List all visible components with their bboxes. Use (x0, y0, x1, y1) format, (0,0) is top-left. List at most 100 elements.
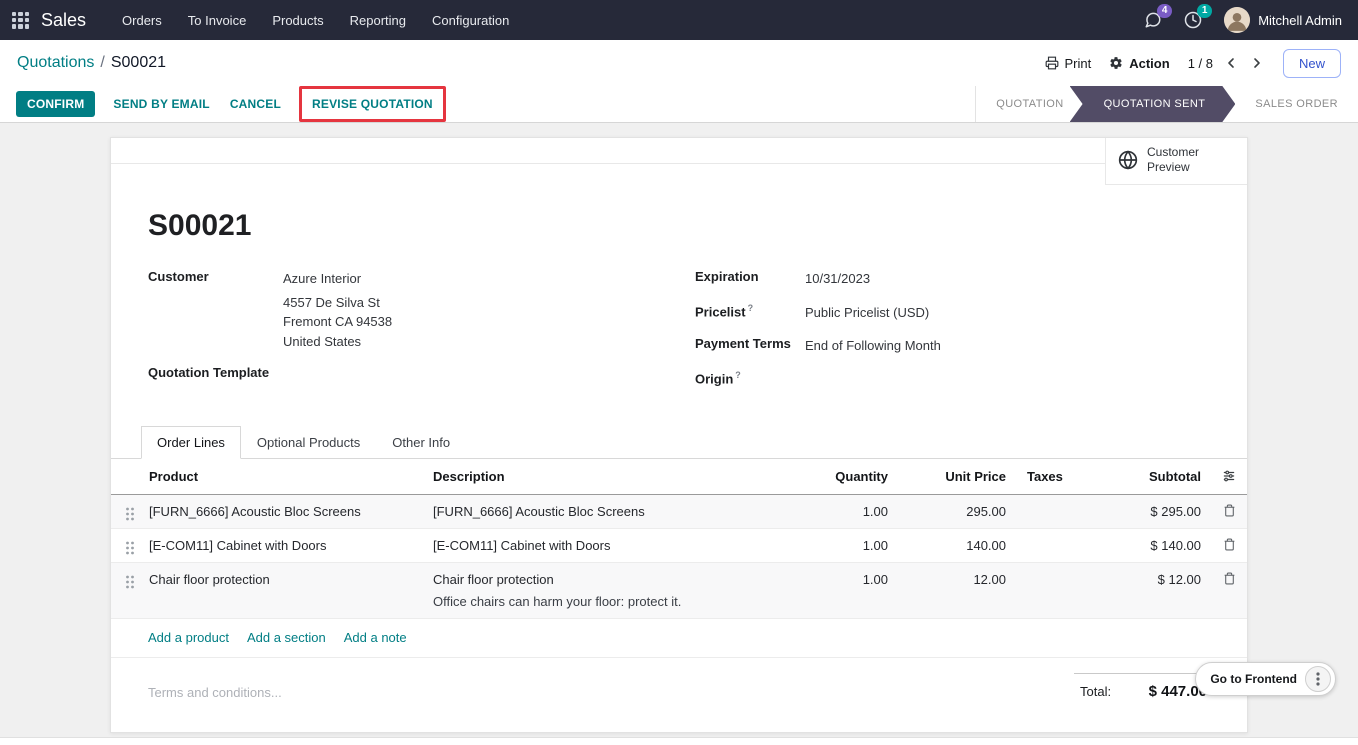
terms-and-conditions-input[interactable]: Terms and conditions... (111, 673, 282, 700)
activities-button[interactable]: 1 (1184, 11, 1202, 29)
drag-handle-icon[interactable] (111, 495, 149, 528)
payment-terms-field[interactable]: End of Following Month (805, 336, 941, 356)
statusbar-buttons: CONFIRM SEND BY EMAIL CANCEL REVISE QUOT… (16, 86, 975, 122)
cell-taxes[interactable] (1014, 563, 1109, 618)
customer-preview-button[interactable]: Customer Preview (1105, 138, 1247, 185)
revise-quotation-button[interactable]: REVISE QUOTATION (310, 91, 435, 117)
cell-subtotal: $ 12.00 (1109, 563, 1209, 618)
go-to-frontend-button[interactable]: Go to Frontend (1210, 672, 1297, 686)
cancel-button[interactable]: CANCEL (228, 91, 283, 117)
cell-unit-price[interactable]: 295.00 (896, 495, 1014, 528)
customer-name[interactable]: Azure Interior (283, 269, 392, 289)
col-unit-price[interactable]: Unit Price (896, 459, 1014, 494)
notebook-tabs: Order Lines Optional Products Other Info (111, 426, 1247, 459)
col-subtotal[interactable]: Subtotal (1109, 459, 1209, 494)
add-note-link[interactable]: Add a note (344, 630, 407, 645)
breadcrumb-quotations[interactable]: Quotations (17, 54, 94, 72)
globe-icon (1118, 150, 1138, 170)
pager-next-icon[interactable] (1249, 55, 1265, 71)
tab-order-lines[interactable]: Order Lines (141, 426, 241, 459)
messages-button[interactable]: 4 (1144, 11, 1162, 29)
table-row[interactable]: [E-COM11] Cabinet with Doors [E-COM11] C… (111, 529, 1247, 563)
cell-description[interactable]: [E-COM11] Cabinet with Doors (433, 529, 776, 562)
action-button[interactable]: Action (1109, 56, 1169, 71)
pricelist-field[interactable]: Public Pricelist (USD) (805, 303, 929, 323)
breadcrumb: Quotations / S00021 (17, 54, 166, 72)
kebab-menu-icon[interactable] (1305, 666, 1331, 692)
go-to-frontend-widget: Go to Frontend (1195, 662, 1336, 696)
control-panel: Quotations / S00021 Print Action 1 / 8 N… (0, 40, 1358, 86)
line-note: Office chairs can harm your floor: prote… (433, 594, 768, 609)
delete-row-icon[interactable] (1209, 529, 1249, 562)
print-button[interactable]: Print (1045, 56, 1092, 71)
avatar (1224, 7, 1250, 33)
customer-address-line1: 4557 De Silva St (283, 293, 392, 313)
table-row[interactable]: [FURN_6666] Acoustic Bloc Screens [FURN_… (111, 495, 1247, 529)
tab-other-info[interactable]: Other Info (376, 426, 466, 459)
apps-menu-icon[interactable] (12, 12, 29, 29)
field-group-left: Customer Azure Interior 4557 De Silva St… (148, 269, 679, 400)
action-label: Action (1129, 56, 1169, 71)
customer-field[interactable]: Azure Interior 4557 De Silva St Fremont … (283, 269, 392, 351)
cell-description[interactable]: [FURN_6666] Acoustic Bloc Screens (433, 495, 776, 528)
confirm-button[interactable]: CONFIRM (16, 91, 95, 117)
user-name: Mitchell Admin (1258, 13, 1342, 28)
cell-quantity[interactable]: 1.00 (776, 529, 896, 562)
field-groups: Customer Azure Interior 4557 De Silva St… (148, 269, 1210, 400)
gear-icon (1109, 56, 1123, 70)
payment-terms-label: Payment Terms (695, 336, 805, 356)
pager-value: 1 / 8 (1188, 56, 1213, 71)
main-menu: Orders To Invoice Products Reporting Con… (110, 7, 521, 34)
col-taxes[interactable]: Taxes (1014, 459, 1109, 494)
sheet-top-divider (111, 138, 1105, 164)
user-menu[interactable]: Mitchell Admin (1224, 7, 1342, 33)
col-product[interactable]: Product (149, 459, 433, 494)
cell-subtotal: $ 140.00 (1109, 529, 1209, 562)
app-name[interactable]: Sales (41, 10, 86, 31)
menu-orders[interactable]: Orders (110, 7, 174, 34)
drag-handle-icon[interactable] (111, 563, 149, 618)
tab-optional-products[interactable]: Optional Products (241, 426, 376, 459)
cell-product[interactable]: [E-COM11] Cabinet with Doors (149, 529, 433, 562)
table-row[interactable]: Chair floor protection Chair floor prote… (111, 563, 1247, 619)
cell-quantity[interactable]: 1.00 (776, 563, 896, 618)
quotation-template-label: Quotation Template (148, 365, 283, 380)
step-quotation[interactable]: QUOTATION (976, 86, 1083, 122)
quotation-sheet: Customer Preview S00021 Customer Azure I… (110, 137, 1248, 733)
cell-description[interactable]: Chair floor protection Office chairs can… (433, 563, 776, 618)
cell-unit-price[interactable]: 12.00 (896, 563, 1014, 618)
col-quantity[interactable]: Quantity (776, 459, 896, 494)
col-description[interactable]: Description (433, 459, 776, 494)
customer-label: Customer (148, 269, 283, 351)
top-navbar: Sales Orders To Invoice Products Reporti… (0, 0, 1358, 40)
customer-preview-label: Customer Preview (1147, 145, 1209, 175)
quotation-title: S00021 (148, 209, 1210, 243)
form-view-content: Customer Preview S00021 Customer Azure I… (0, 123, 1358, 745)
add-section-link[interactable]: Add a section (247, 630, 326, 645)
delete-row-icon[interactable] (1209, 563, 1249, 618)
cell-taxes[interactable] (1014, 495, 1109, 528)
expiration-field[interactable]: 10/31/2023 (805, 269, 870, 289)
pricelist-help-icon: ? (748, 303, 754, 313)
delete-row-icon[interactable] (1209, 495, 1249, 528)
cell-taxes[interactable] (1014, 529, 1109, 562)
menu-to-invoice[interactable]: To Invoice (176, 7, 259, 34)
menu-configuration[interactable]: Configuration (420, 7, 521, 34)
new-button[interactable]: New (1283, 49, 1341, 78)
send-by-email-button[interactable]: SEND BY EMAIL (111, 91, 211, 117)
cell-quantity[interactable]: 1.00 (776, 495, 896, 528)
drag-handle-icon[interactable] (111, 529, 149, 562)
cell-unit-price[interactable]: 140.00 (896, 529, 1014, 562)
menu-products[interactable]: Products (260, 7, 335, 34)
cell-subtotal: $ 295.00 (1109, 495, 1209, 528)
add-product-link[interactable]: Add a product (148, 630, 229, 645)
customer-address-line3: United States (283, 332, 392, 352)
step-sales-order[interactable]: SALES ORDER (1235, 86, 1358, 122)
optional-columns-icon[interactable] (1209, 459, 1249, 494)
pager-previous-icon[interactable] (1223, 55, 1239, 71)
step-quotation-sent[interactable]: QUOTATION SENT (1070, 86, 1236, 122)
menu-reporting[interactable]: Reporting (338, 7, 418, 34)
below-fold-strip (0, 737, 1358, 745)
cell-product[interactable]: [FURN_6666] Acoustic Bloc Screens (149, 495, 433, 528)
cell-product[interactable]: Chair floor protection (149, 563, 433, 618)
